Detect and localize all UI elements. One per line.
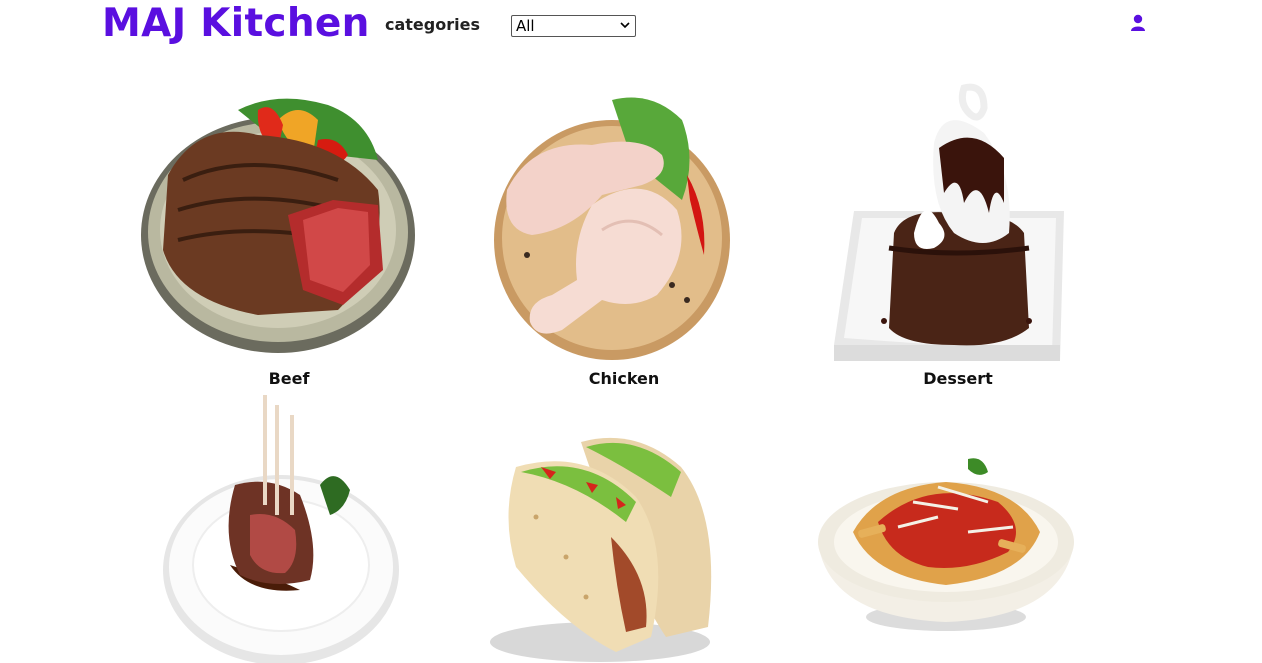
category-select[interactable]: All xyxy=(511,15,636,37)
chevron-down-icon xyxy=(620,22,630,29)
category-name: Dessert xyxy=(923,369,993,388)
category-select-value: All xyxy=(516,17,535,35)
lava-cake-image xyxy=(834,83,1064,361)
category-card-dessert[interactable]: Dessert xyxy=(800,75,1116,395)
brand-logo[interactable]: MAJ Kitchen xyxy=(102,1,370,47)
category-name: Chicken xyxy=(588,369,660,388)
category-card-chicken[interactable]: Chicken xyxy=(466,75,782,395)
category-name: Beef xyxy=(268,369,310,388)
categories-label: categories xyxy=(385,15,480,34)
category-card-tacos[interactable] xyxy=(466,395,782,663)
user-icon[interactable] xyxy=(1130,14,1146,32)
category-card-pasta[interactable] xyxy=(800,395,1116,663)
lamb-chops-image xyxy=(163,395,399,663)
tacos-image xyxy=(490,437,712,662)
pasta-image xyxy=(818,458,1074,631)
beef-steak-image xyxy=(141,98,415,353)
chicken-legs-image xyxy=(494,97,730,360)
top-navbar: MAJ Kitchen categories All xyxy=(0,0,1262,50)
category-card-beef[interactable]: Beef xyxy=(130,75,448,395)
category-card-lamb[interactable] xyxy=(130,395,448,663)
